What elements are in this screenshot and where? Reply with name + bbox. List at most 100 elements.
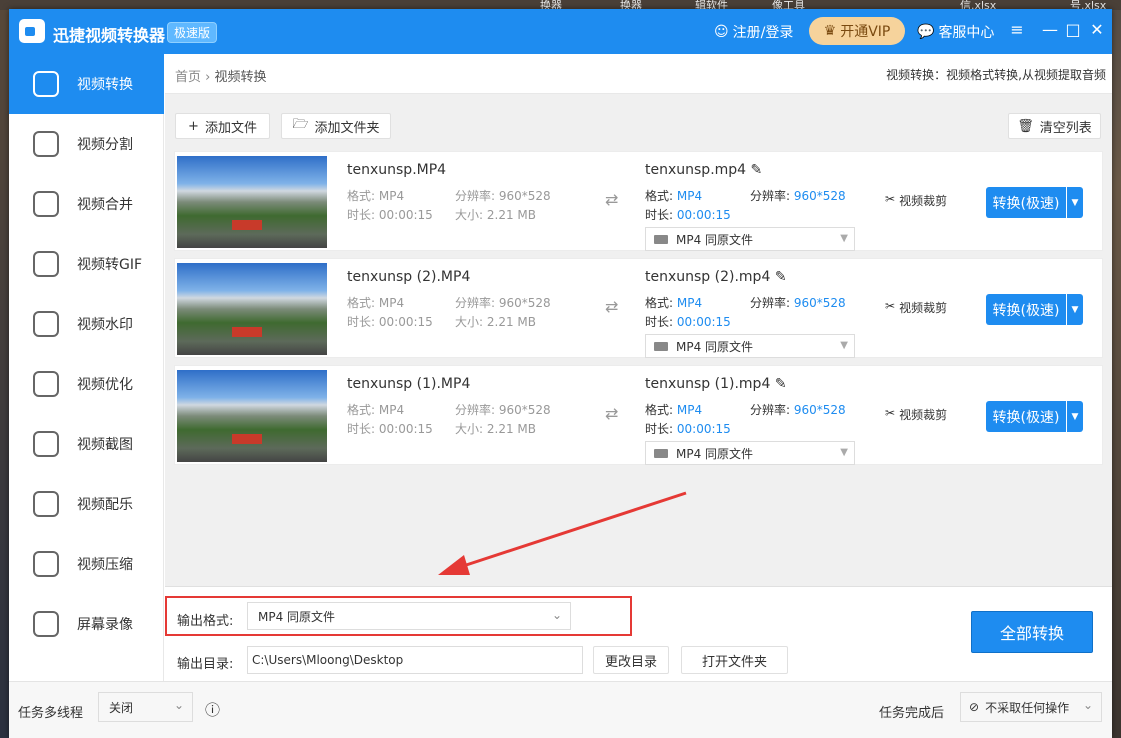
convert-dropdown-icon[interactable]: ▼: [1067, 187, 1083, 218]
video-cut-button[interactable]: ✂ 视频裁剪: [885, 406, 947, 423]
merge-icon: [33, 191, 59, 217]
source-duration: 时长: 00:00:15: [347, 422, 433, 436]
source-file-name: tenxunsp.MP4: [347, 162, 447, 178]
sidebar-item-label: 视频优化: [77, 377, 133, 393]
output-format: 格式: MP4: [645, 296, 703, 310]
trash-icon: 🗑: [1017, 118, 1034, 134]
plus-icon: +: [188, 118, 199, 134]
threads-select[interactable]: 关闭 ⌄: [98, 692, 193, 722]
close-icon[interactable]: ✕: [1087, 20, 1107, 39]
clear-list-button[interactable]: 🗑 清空列表: [1008, 113, 1101, 139]
sidebar-item-screenshot[interactable]: 视频截图: [9, 414, 164, 474]
breadcrumb-home[interactable]: 首页: [175, 70, 201, 85]
chevron-down-icon: ⌄: [551, 608, 562, 622]
video-cut-button[interactable]: ✂ 视频裁剪: [885, 299, 947, 316]
add-folder-label: 添加文件夹: [314, 120, 380, 136]
output-dir-input[interactable]: C:\Users\Mloong\Desktop: [247, 646, 583, 674]
output-resolution: 分辨率: 960*528: [750, 296, 846, 310]
output-resolution: 分辨率: 960*528: [750, 403, 846, 417]
change-dir-button[interactable]: 更改目录: [593, 646, 669, 674]
output-format-label: 输出格式:: [177, 614, 234, 629]
convert-button[interactable]: 转换(极速): [986, 401, 1066, 432]
video-thumbnail: [177, 370, 327, 462]
source-resolution: 分辨率: 960*528: [455, 296, 551, 310]
dropdown-arrow-icon: ▼: [840, 233, 848, 244]
source-size: 大小: 2.21 MB: [455, 315, 536, 329]
sidebar-item-label: 视频水印: [77, 317, 133, 333]
chevron-down-icon: ⌄: [1082, 698, 1093, 712]
sidebar-item-label: 屏幕录像: [77, 617, 133, 633]
watermark-icon: [33, 311, 59, 337]
menu-icon[interactable]: ≡: [1007, 20, 1027, 39]
convert-dropdown-icon[interactable]: ▼: [1067, 401, 1083, 432]
video-thumbnail: [177, 156, 327, 248]
edit-icon[interactable]: ✎: [775, 269, 787, 285]
convert-dropdown-icon[interactable]: ▼: [1067, 294, 1083, 325]
output-format-select[interactable]: MP4 同原文件 ▼: [645, 441, 855, 465]
file-row: tenxunsp (1).MP4 格式: MP4 分辨率: 960*528 时长…: [174, 365, 1103, 465]
scissors-icon: ✂: [885, 299, 896, 313]
edit-icon[interactable]: ✎: [775, 376, 787, 392]
sidebar-item-optimize[interactable]: 视频优化: [9, 354, 164, 414]
output-format: 格式: MP4: [645, 403, 703, 417]
output-format-select[interactable]: MP4 同原文件 ▼: [645, 227, 855, 251]
sidebar-item-split[interactable]: 视频分割: [9, 114, 164, 174]
open-folder-button[interactable]: 打开文件夹: [681, 646, 788, 674]
output-file-name[interactable]: tenxunsp.mp4 ✎: [645, 162, 762, 178]
sidebar-item-compress[interactable]: 视频压缩: [9, 534, 164, 594]
sidebar-item-label: 视频合并: [77, 197, 133, 213]
sidebar-item-merge[interactable]: 视频合并: [9, 174, 164, 234]
login-button[interactable]: ☺ 注册/登录: [714, 22, 793, 42]
shuffle-icon: ⇄: [605, 297, 619, 316]
screenshot-icon: [33, 431, 59, 457]
minimize-icon[interactable]: —: [1040, 20, 1060, 39]
support-label: 客服中心: [938, 25, 995, 41]
output-duration: 时长: 00:00:15: [645, 422, 731, 436]
app-title: 迅捷视频转换器: [53, 26, 166, 45]
shuffle-icon: ⇄: [605, 190, 619, 209]
output-resolution: 分辨率: 960*528: [750, 189, 846, 203]
scissors-icon: ✂: [885, 192, 896, 206]
sidebar-item-label: 视频截图: [77, 437, 133, 453]
convert-button[interactable]: 转换(极速): [986, 187, 1066, 218]
edit-icon[interactable]: ✎: [751, 162, 763, 178]
login-label: 注册/登录: [732, 25, 794, 41]
breadcrumb-bar: 首页 › 视频转换 视频转换：视频格式转换,从视频提取音频: [165, 54, 1112, 94]
chat-icon: 💬: [917, 24, 935, 40]
source-size: 大小: 2.21 MB: [455, 208, 536, 222]
sidebar-item-gif[interactable]: 视频转GIF: [9, 234, 164, 294]
video-cut-button[interactable]: ✂ 视频裁剪: [885, 192, 947, 209]
maximize-icon[interactable]: □: [1063, 20, 1083, 39]
output-file-name[interactable]: tenxunsp (1).mp4 ✎: [645, 376, 787, 392]
video-camera-icon: [654, 449, 668, 458]
add-file-button[interactable]: + 添加文件: [175, 113, 270, 139]
sidebar-item-convert[interactable]: 视频转换: [9, 54, 164, 114]
folder-icon: 🗁: [292, 117, 309, 132]
breadcrumb: 首页 › 视频转换: [175, 70, 267, 85]
info-icon[interactable]: ⓘ: [205, 699, 220, 720]
sidebar: 视频转换 视频分割 视频合并 视频转GIF 视频水印 视频优化 视频截图 视频配…: [9, 54, 164, 681]
output-format-select[interactable]: MP4 同原文件 ⌄: [247, 602, 571, 630]
app-window: 迅捷视频转换器 极速版 ☺ 注册/登录 ♛ 开通VIP 💬 客服中心 ≡ — □ ✕ …: [9, 9, 1112, 738]
sidebar-item-music[interactable]: 视频配乐: [9, 474, 164, 534]
output-format-select[interactable]: MP4 同原文件 ▼: [645, 334, 855, 358]
sidebar-item-record[interactable]: 屏幕录像: [9, 594, 164, 654]
dropdown-arrow-icon: ▼: [840, 447, 848, 458]
vip-button[interactable]: ♛ 开通VIP: [809, 17, 905, 45]
file-row: tenxunsp.MP4 格式: MP4 分辨率: 960*528 时长: 00…: [174, 151, 1103, 251]
music-icon: [33, 491, 59, 517]
after-task-select[interactable]: ⊘ 不采取任何操作 ⌄: [960, 692, 1102, 722]
breadcrumb-current: 视频转换: [214, 70, 267, 85]
output-file-name[interactable]: tenxunsp (2).mp4 ✎: [645, 269, 787, 285]
convert-button[interactable]: 转换(极速): [986, 294, 1066, 325]
optimize-icon: [33, 371, 59, 397]
source-duration: 时长: 00:00:15: [347, 208, 433, 222]
chevron-down-icon: ⌄: [173, 698, 184, 712]
output-panel: 输出格式: MP4 同原文件 ⌄ 输出目录: C:\Users\Mloong\De…: [165, 586, 1112, 681]
clear-list-label: 清空列表: [1039, 120, 1092, 136]
support-button[interactable]: 💬 客服中心: [917, 22, 994, 42]
add-folder-button[interactable]: 🗁 添加文件夹: [281, 113, 391, 139]
threads-label: 任务多线程: [18, 706, 84, 721]
convert-all-button[interactable]: 全部转换: [971, 611, 1093, 653]
sidebar-item-watermark[interactable]: 视频水印: [9, 294, 164, 354]
